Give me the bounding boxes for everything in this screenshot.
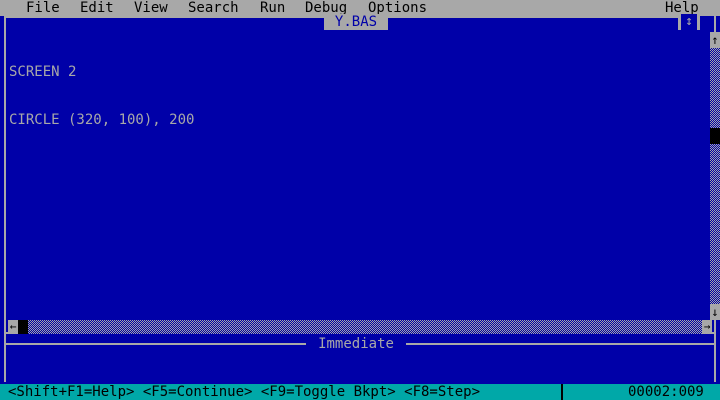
menu-view[interactable]: View	[134, 0, 168, 16]
immediate-border-left	[4, 343, 306, 345]
horizontal-scrollbar[interactable]	[8, 320, 710, 334]
status-hints: <Shift+F1=Help> <F5=Continue> <F9=Toggle…	[8, 384, 481, 400]
editor-title: Y.BAS	[324, 14, 388, 30]
scroll-down-arrow-icon[interactable]: ↓	[710, 304, 720, 320]
vertical-scrollbar[interactable]	[710, 32, 720, 320]
menu-edit[interactable]: Edit	[80, 0, 114, 16]
editor-border-top-left	[4, 16, 324, 18]
code-editor[interactable]: SCREEN 2 CIRCLE (320, 100), 200	[9, 32, 699, 160]
menu-run[interactable]: Run	[260, 0, 285, 16]
immediate-border-right	[406, 343, 716, 345]
qbasic-screen: File Edit View Search Run Debug Options …	[0, 0, 720, 400]
menu-file[interactable]: File	[26, 0, 60, 16]
menu-search[interactable]: Search	[188, 0, 239, 16]
editor-border-top-right	[388, 16, 678, 18]
immediate-title: Immediate	[318, 336, 394, 352]
maximize-icon[interactable]: ↕	[681, 14, 697, 30]
status-divider	[561, 384, 563, 400]
code-line[interactable]: SCREEN 2	[9, 64, 699, 80]
code-line[interactable]: CIRCLE (320, 100), 200	[9, 112, 699, 128]
scroll-up-arrow-icon[interactable]: ↑	[710, 32, 720, 48]
vertical-scroll-thumb[interactable]	[710, 128, 720, 144]
scroll-left-arrow-icon[interactable]: ←	[8, 320, 18, 334]
cursor-position: 00002:009	[628, 384, 704, 400]
horizontal-scroll-thumb[interactable]	[18, 320, 28, 334]
scroll-right-arrow-icon[interactable]: →	[702, 320, 712, 334]
status-bar: <Shift+F1=Help> <F5=Continue> <F9=Toggle…	[0, 384, 720, 400]
